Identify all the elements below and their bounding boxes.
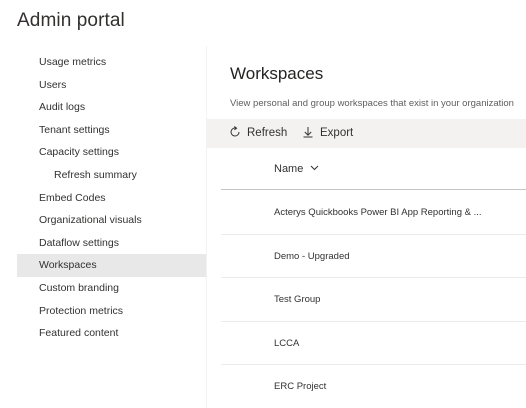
main-content: Workspaces View personal and group works…	[207, 0, 526, 408]
table-row[interactable]: ERC Project	[221, 365, 526, 408]
workspace-name: Acterys Quickbooks Power BI App Reportin…	[274, 207, 482, 218]
sidebar-item-users[interactable]: Users	[17, 74, 206, 97]
refresh-label: Refresh	[247, 127, 288, 139]
toolbar: Refresh Export	[207, 119, 526, 148]
table-row[interactable]: Acterys Quickbooks Power BI App Reportin…	[221, 191, 526, 235]
sidebar-item-audit-logs[interactable]: Audit logs	[17, 96, 206, 119]
chevron-down-icon	[310, 165, 319, 171]
sidebar-item-usage-metrics[interactable]: Usage metrics	[17, 51, 206, 74]
sidebar-nav: Usage metrics Users Audit logs Tenant se…	[17, 51, 206, 345]
refresh-button[interactable]: Refresh	[229, 119, 287, 148]
sidebar-item-refresh-summary[interactable]: Refresh summary	[17, 164, 206, 187]
page-description: View personal and group workspaces that …	[230, 98, 514, 109]
sidebar-item-tenant-settings[interactable]: Tenant settings	[17, 119, 206, 142]
sidebar-item-embed-codes[interactable]: Embed Codes	[17, 187, 206, 210]
table-row[interactable]: Demo - Upgraded	[221, 235, 526, 278]
sidebar-item-custom-branding[interactable]: Custom branding	[17, 277, 206, 300]
name-column-header[interactable]: Name	[274, 163, 319, 175]
workspace-name: ERC Project	[274, 381, 327, 392]
admin-portal-window: Admin portal Usage metrics Users Audit l…	[0, 0, 526, 408]
sidebar-item-featured-content[interactable]: Featured content	[17, 322, 206, 345]
refresh-icon	[230, 126, 240, 137]
name-column-label: Name	[274, 163, 304, 175]
workspace-name: LCCA	[274, 337, 300, 349]
sidebar-item-protection-metrics[interactable]: Protection metrics	[17, 300, 206, 323]
export-button[interactable]: Export	[302, 119, 353, 148]
workspace-name: Demo - Upgraded	[274, 250, 350, 262]
sidebar-item-workspaces[interactable]: Workspaces	[17, 254, 206, 277]
sidebar-item-organizational-visuals[interactable]: Organizational visuals	[17, 209, 206, 232]
export-label: Export	[320, 127, 354, 139]
download-icon	[303, 127, 313, 138]
table-row[interactable]: LCCA	[221, 322, 526, 365]
workspace-table: Acterys Quickbooks Power BI App Reportin…	[221, 191, 526, 408]
table-row[interactable]: Test Group	[221, 278, 526, 322]
portal-title: Admin portal	[17, 10, 125, 31]
sidebar-item-dataflow-settings[interactable]: Dataflow settings	[17, 232, 206, 255]
table-header: Name	[221, 150, 526, 190]
sidebar-item-capacity-settings[interactable]: Capacity settings	[17, 141, 206, 164]
workspace-name: Test Group	[274, 294, 321, 305]
page-title: Workspaces	[230, 64, 324, 83]
